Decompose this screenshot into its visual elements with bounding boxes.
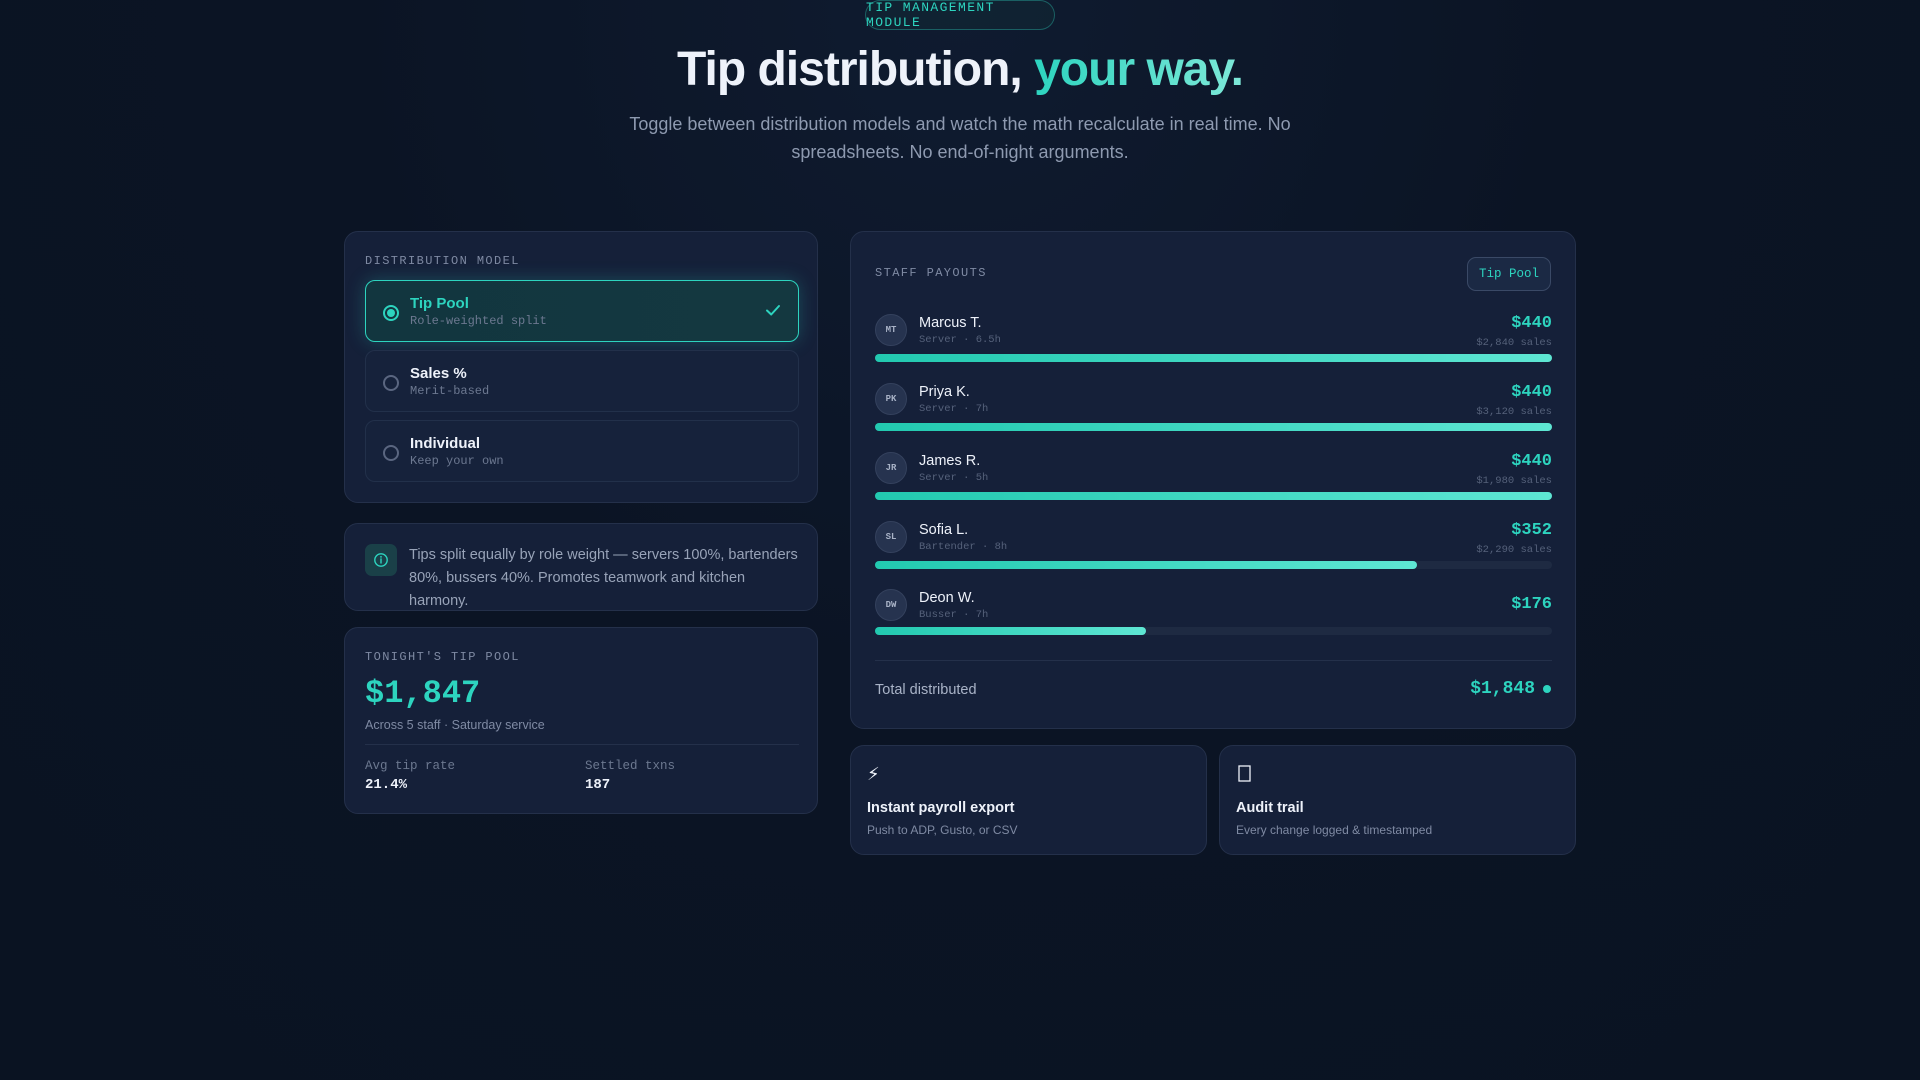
active-model-tag: Tip Pool (1467, 257, 1551, 291)
option-title: Individual (410, 435, 481, 452)
staff-payouts-card: STAFF PAYOUTS Tip Pool MT Marcus T. Serv… (850, 231, 1576, 729)
feature-title: Audit trail (1236, 800, 1304, 816)
settled-txns-value: 187 (585, 777, 611, 793)
staff-sales: $2,290 sales (1476, 544, 1552, 556)
option-title: Sales % (410, 365, 467, 382)
radio-icon[interactable] (383, 445, 399, 461)
feature-subtitle: Push to ADP, Gusto, or CSV (867, 823, 1018, 837)
audit-trail-card[interactable]: Audit trail Every change logged & timest… (1219, 745, 1576, 855)
total-distributed-value: $1,848 (1470, 679, 1551, 699)
radio-selected-icon[interactable] (383, 305, 399, 321)
payout-bar-fill (875, 354, 1552, 362)
page-title-main: Tip distribution, (677, 43, 1035, 96)
lightning-icon: ⚡ (867, 764, 880, 784)
model-info-card: Tips split equally by role weight — serv… (344, 523, 818, 611)
option-subtitle: Role-weighted split (410, 314, 547, 328)
payout-amount: $176 (1511, 595, 1552, 614)
total-distributed-label: Total distributed (875, 682, 977, 698)
info-icon (365, 544, 397, 576)
option-individual[interactable]: Individual Keep your own (365, 420, 799, 482)
payout-bar-fill (875, 423, 1552, 431)
option-tip-pool[interactable]: Tip Pool Role-weighted split (365, 280, 799, 342)
payout-bar-track (875, 492, 1552, 500)
staff-name: Marcus T. (919, 315, 982, 331)
module-badge: TIP MANAGEMENT MODULE (865, 0, 1055, 30)
payout-amount: $440 (1511, 452, 1552, 471)
staff-row: PK Priya K. Server · 7h $440 $3,120 sale… (875, 383, 1552, 443)
checkmark-icon (766, 305, 780, 316)
payout-bar-track (875, 561, 1552, 569)
payout-bar-fill (875, 492, 1552, 500)
staff-name: James R. (919, 453, 981, 469)
page-title-accent: your way. (1034, 43, 1244, 96)
radio-icon[interactable] (383, 375, 399, 391)
tip-pool-label: TONIGHT'S TIP POOL (365, 650, 520, 664)
page-subtitle: Toggle between distribution models and w… (629, 114, 1291, 162)
divider (365, 744, 799, 745)
distribution-model-card: DISTRIBUTION MODEL Tip Pool Role-weighte… (344, 231, 818, 503)
status-dot-icon (1543, 685, 1551, 693)
divider (875, 660, 1552, 661)
avatar: JR (875, 452, 907, 484)
staff-sales: $1,980 sales (1476, 475, 1552, 487)
staff-role: Server · 6.5h (919, 334, 1001, 346)
total-distributed-amount: $1,848 (1470, 679, 1535, 699)
payroll-export-card[interactable]: ⚡ Instant payroll export Push to ADP, Gu… (850, 745, 1207, 855)
staff-name: Priya K. (919, 384, 970, 400)
avatar: PK (875, 383, 907, 415)
settled-txns-label: Settled txns (585, 759, 676, 773)
payout-amount: $440 (1511, 314, 1552, 333)
staff-role: Bartender · 8h (919, 541, 1008, 553)
staff-row: DW Deon W. Busser · 7h $176 (875, 589, 1552, 649)
staff-sales: $2,840 sales (1476, 337, 1552, 349)
staff-role: Server · 7h (919, 403, 989, 415)
staff-role: Server · 5h (919, 472, 989, 484)
payout-amount: $352 (1511, 521, 1552, 540)
avg-tip-rate-label: Avg tip rate (365, 759, 456, 773)
staff-name: Sofia L. (919, 522, 969, 538)
option-subtitle: Keep your own (410, 454, 504, 468)
payout-amount: $440 (1511, 383, 1552, 402)
payout-bar-track (875, 354, 1552, 362)
avatar: MT (875, 314, 907, 346)
tip-pool-card: TONIGHT'S TIP POOL $1,847 Across 5 staff… (344, 627, 818, 814)
feature-subtitle: Every change logged & timestamped (1236, 823, 1433, 837)
distribution-model-label: DISTRIBUTION MODEL (365, 254, 520, 268)
payout-bar-fill (875, 561, 1417, 569)
audit-icon (1238, 765, 1251, 782)
staff-sales: $3,120 sales (1476, 406, 1552, 418)
staff-payouts-label: STAFF PAYOUTS (875, 266, 987, 280)
page-title: Tip distribution, your way. (0, 42, 1920, 97)
option-title: Tip Pool (410, 295, 469, 312)
option-subtitle: Merit-based (410, 384, 490, 398)
feature-title: Instant payroll export (867, 800, 1015, 816)
staff-name: Deon W. (919, 590, 975, 606)
payout-bar-fill (875, 627, 1146, 635)
option-sales-percent[interactable]: Sales % Merit-based (365, 350, 799, 412)
staff-role: Busser · 7h (919, 609, 989, 621)
staff-row: JR James R. Server · 5h $440 $1,980 sale… (875, 452, 1552, 512)
tip-pool-subtitle: Across 5 staff · Saturday service (365, 718, 545, 732)
avatar: SL (875, 521, 907, 553)
avg-tip-rate-value: 21.4% (365, 777, 408, 793)
staff-row: MT Marcus T. Server · 6.5h $440 $2,840 s… (875, 314, 1552, 374)
avatar: DW (875, 589, 907, 621)
staff-row: SL Sofia L. Bartender · 8h $352 $2,290 s… (875, 521, 1552, 581)
tip-pool-amount: $1,847 (365, 675, 481, 712)
model-description: Tips split equally by role weight — serv… (409, 547, 798, 609)
payout-bar-track (875, 627, 1552, 635)
payout-bar-track (875, 423, 1552, 431)
